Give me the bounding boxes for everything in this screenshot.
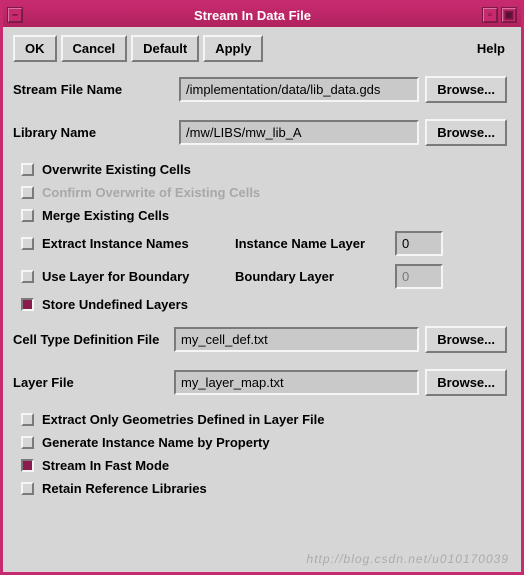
extract-geom-checkbox[interactable] (21, 413, 34, 426)
ok-button[interactable]: OK (13, 35, 57, 62)
instance-layer-label: Instance Name Layer (235, 236, 387, 251)
merge-label: Merge Existing Cells (42, 208, 169, 223)
window-title: Stream In Data File (23, 8, 482, 23)
gen-instance-prop-label: Generate Instance Name by Property (42, 435, 270, 450)
extract-instance-checkbox[interactable] (21, 237, 34, 250)
confirm-overwrite-checkbox (21, 186, 34, 199)
layer-file-label: Layer File (13, 375, 168, 390)
overwrite-row: Overwrite Existing Cells (13, 162, 511, 177)
extract-instance-row: Extract Instance Names Instance Name Lay… (13, 231, 511, 256)
fast-mode-checkbox[interactable] (21, 459, 34, 472)
merge-checkbox[interactable] (21, 209, 34, 222)
stream-file-row: Stream File Name Browse... (13, 76, 511, 103)
instance-layer-input[interactable] (395, 231, 443, 256)
use-layer-boundary-label: Use Layer for Boundary (42, 269, 227, 284)
cancel-button[interactable]: Cancel (61, 35, 128, 62)
use-layer-boundary-row: Use Layer for Boundary Boundary Layer (13, 264, 511, 289)
default-button[interactable]: Default (131, 35, 199, 62)
library-name-label: Library Name (13, 125, 173, 140)
library-name-browse-button[interactable]: Browse... (425, 119, 507, 146)
gen-instance-prop-row: Generate Instance Name by Property (13, 435, 511, 450)
layer-file-row: Layer File Browse... (13, 369, 511, 396)
use-layer-boundary-checkbox[interactable] (21, 270, 34, 283)
apply-button[interactable]: Apply (203, 35, 263, 62)
cell-type-def-browse-button[interactable]: Browse... (425, 326, 507, 353)
action-button-row: OK Cancel Default Apply Help (13, 35, 511, 62)
cell-type-def-input[interactable] (174, 327, 419, 352)
store-undefined-checkbox[interactable] (21, 298, 34, 311)
retain-ref-row: Retain Reference Libraries (13, 481, 511, 496)
layer-file-browse-button[interactable]: Browse... (425, 369, 507, 396)
store-undefined-row: Store Undefined Layers (13, 297, 511, 312)
boundary-layer-label: Boundary Layer (235, 269, 387, 284)
retain-ref-label: Retain Reference Libraries (42, 481, 207, 496)
confirm-overwrite-label: Confirm Overwrite of Existing Cells (42, 185, 260, 200)
stream-file-input[interactable] (179, 77, 419, 102)
window-menu-button[interactable]: – (7, 7, 23, 23)
fast-mode-row: Stream In Fast Mode (13, 458, 511, 473)
gen-instance-prop-checkbox[interactable] (21, 436, 34, 449)
cell-type-def-label: Cell Type Definition File (13, 332, 168, 347)
extract-geom-row: Extract Only Geometries Defined in Layer… (13, 412, 511, 427)
fast-mode-label: Stream In Fast Mode (42, 458, 169, 473)
watermark-text: http://blog.csdn.net/u010170039 (307, 552, 509, 566)
confirm-overwrite-row: Confirm Overwrite of Existing Cells (13, 185, 511, 200)
library-name-row: Library Name Browse... (13, 119, 511, 146)
extract-instance-label: Extract Instance Names (42, 236, 227, 251)
window: – Stream In Data File ▫ ▣ OK Cancel Defa… (0, 0, 524, 575)
dialog-body: OK Cancel Default Apply Help Stream File… (3, 27, 521, 572)
merge-row: Merge Existing Cells (13, 208, 511, 223)
stream-file-browse-button[interactable]: Browse... (425, 76, 507, 103)
cell-type-def-row: Cell Type Definition File Browse... (13, 326, 511, 353)
minimize-button[interactable]: ▫ (482, 7, 498, 23)
help-button[interactable]: Help (471, 37, 511, 60)
layer-file-input[interactable] (174, 370, 419, 395)
titlebar: – Stream In Data File ▫ ▣ (3, 3, 521, 27)
overwrite-checkbox[interactable] (21, 163, 34, 176)
overwrite-label: Overwrite Existing Cells (42, 162, 191, 177)
boundary-layer-input (395, 264, 443, 289)
store-undefined-label: Store Undefined Layers (42, 297, 188, 312)
maximize-button[interactable]: ▣ (501, 7, 517, 23)
extract-geom-label: Extract Only Geometries Defined in Layer… (42, 412, 324, 427)
library-name-input[interactable] (179, 120, 419, 145)
stream-file-label: Stream File Name (13, 82, 173, 97)
retain-ref-checkbox[interactable] (21, 482, 34, 495)
